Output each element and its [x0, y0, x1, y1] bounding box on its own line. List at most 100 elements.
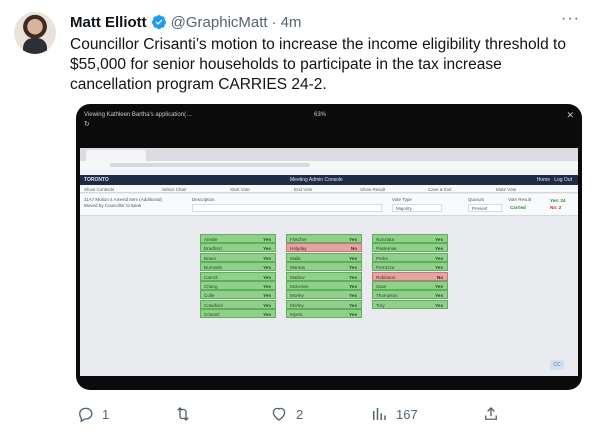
like-button[interactable]: 2 [270, 402, 303, 426]
views-button[interactable]: 167 [370, 402, 418, 426]
video-overlay-bar: Viewing Kathleen Bartha's application(… … [84, 110, 574, 128]
browser-address-bar [80, 161, 578, 169]
vote-row: Matlow Yes [286, 271, 362, 281]
city-logo: TORONTO [84, 177, 109, 183]
councillor-name: Pasternak [376, 246, 397, 252]
vote-row: Pasternak Yes [372, 243, 448, 253]
motion-title: 11A7 Motion 4 Amend Item (Additional) [84, 197, 162, 202]
reply-count: 1 [102, 406, 110, 422]
councillor-name: Crisanti [204, 312, 220, 318]
vote-row: Perks Yes [372, 252, 448, 262]
vote-console-screen: TORONTO Meeting Admin Console Home Log O… [80, 148, 578, 376]
vote-value: No [350, 246, 357, 252]
vote-value: Yes [435, 302, 443, 308]
retweet-button[interactable] [174, 402, 200, 426]
councillor-name: Saxe [376, 283, 387, 289]
tweet-actions: 1 2 167 [76, 402, 582, 426]
councillor-name: Crawford [204, 302, 223, 308]
councillor-name: Bravo [204, 255, 217, 261]
vote-row: Morley Yes [286, 290, 362, 300]
councillor-name: Nunziata [376, 237, 395, 242]
author-name[interactable]: Matt Elliott [70, 14, 147, 31]
vote-row: Burnside Yes [200, 262, 276, 272]
author-handle[interactable]: @GraphicMatt [171, 14, 268, 31]
councillor-name: Robinson [376, 274, 396, 280]
vote-row: Bravo Yes [200, 252, 276, 262]
share-icon [485, 407, 497, 420]
console-toolbar: Show Contexts Select Chair Start Vote En… [80, 185, 578, 193]
reply-button[interactable]: 1 [76, 402, 109, 426]
vote-row: Robinson No [372, 271, 448, 281]
councillor-name: Perruzza [376, 265, 395, 271]
councillor-name: Myers [290, 312, 303, 318]
toolbar-item: Mute Vote [496, 187, 517, 192]
vote-result-value: Carried [510, 205, 526, 210]
motion-mover: Moved by Councillor Crisanti [84, 203, 142, 208]
tweet-media-video[interactable]: Viewing Kathleen Bartha's application(… … [76, 104, 582, 390]
councillor-name: Bradford [204, 246, 222, 252]
councillor-name: Malik [290, 255, 301, 261]
reply-icon [79, 407, 93, 423]
video-zoom-level: 63% [314, 112, 327, 118]
no-count: No: 2 [550, 205, 562, 210]
vote-value: Yes [349, 265, 357, 271]
vote-value: Yes [263, 312, 271, 318]
quorum-label: Quorum [468, 197, 485, 202]
more-icon[interactable]: ··· [561, 10, 580, 28]
vote-value: Yes [435, 246, 443, 252]
heart-icon [272, 407, 286, 421]
logout-link: Log Out [554, 177, 572, 183]
vote-row: Morley Yes [286, 299, 362, 309]
vote-value: Yes [349, 302, 357, 308]
tweet-text: Councillor Crisanti’s motion to increase… [70, 36, 566, 93]
vote-value: Yes [435, 283, 443, 289]
vote-row: Colle Yes [200, 290, 276, 300]
description-field [192, 204, 382, 212]
vote-value: Yes [263, 274, 271, 280]
councillor-name: Matlow [290, 274, 305, 280]
vote-value: Yes [349, 312, 357, 318]
toolbar-item: Start Vote [230, 187, 250, 192]
vote-value: Yes [263, 255, 271, 261]
vote-value: Yes [349, 274, 357, 280]
vote-type-select: Majority [392, 204, 442, 212]
refresh-icon: ↻ [84, 121, 90, 128]
tweet-header: Matt Elliott @GraphicMatt · 4m [70, 12, 301, 32]
councillor-name: Burnside [204, 265, 223, 271]
councillor-name: Thompson [376, 293, 398, 299]
vote-row: Ainslie Yes [200, 234, 276, 243]
share-button[interactable] [482, 402, 500, 426]
close-icon: ✕ [566, 110, 574, 120]
author-avatar[interactable] [14, 12, 56, 54]
vote-value: Yes [435, 293, 443, 299]
video-window-title: Viewing Kathleen Bartha's application(… [84, 112, 193, 118]
vote-value: Yes [435, 265, 443, 271]
vote-value: Yes [263, 283, 271, 289]
councillor-name: Ainslie [204, 237, 218, 242]
vote-value: Yes [349, 237, 357, 242]
toolbar-item: Case & Exit [428, 187, 452, 192]
separator-dot: · [271, 13, 277, 31]
tweet-timestamp[interactable]: 4m [281, 14, 302, 31]
views-count: 167 [396, 406, 418, 422]
vote-row: Myers Yes [286, 309, 362, 319]
vote-row: Chang Yes [200, 280, 276, 290]
councillor-name: Morley [290, 293, 304, 299]
councillor-name: Fletcher [290, 237, 307, 242]
vote-row: Mantas Yes [286, 262, 362, 272]
vote-type-label: Vote Type [392, 197, 412, 202]
vote-value: Yes [263, 302, 271, 308]
vote-column: Fletcher Yes Holyday No Malik Yes Mantas Yes Mat… [286, 234, 362, 319]
vote-row: Perruzza Yes [372, 262, 448, 272]
vote-row: Saxe Yes [372, 280, 448, 290]
vote-value: Yes [349, 255, 357, 261]
like-count: 2 [296, 406, 304, 422]
vote-column: Nunziata Yes Pasternak Yes Perks Yes Perruzza Y… [372, 234, 448, 309]
toolbar-item: End Vote [294, 187, 313, 192]
vote-row: Carroll Yes [200, 271, 276, 281]
vote-row: Nunziata Yes [372, 234, 448, 243]
app-header: TORONTO Meeting Admin Console Home Log O… [80, 175, 578, 185]
vote-value: Yes [263, 246, 271, 252]
councillor-name: Morley [290, 302, 304, 308]
vote-column: Ainslie Yes Bradford Yes Bravo Yes Burnside Yes… [200, 234, 276, 319]
